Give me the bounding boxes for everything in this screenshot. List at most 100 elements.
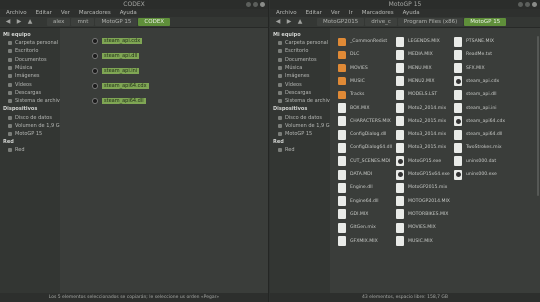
file-item[interactable]: MOVIES <box>338 62 368 75</box>
breadcrumb-mnt[interactable]: mnt <box>71 18 95 26</box>
sidebar-item-videos[interactable]: Vídeos <box>270 80 330 88</box>
breadcrumb-motogp-15[interactable]: MotoGP 15 <box>464 18 507 26</box>
file-item[interactable]: Engine.dll <box>338 181 373 194</box>
back-arrow-icon[interactable]: ◀ <box>274 18 282 26</box>
file-item[interactable]: unins000.exe <box>454 168 497 181</box>
selected-file-item[interactable]: steam_api.cdx <box>92 38 143 44</box>
file-item[interactable]: DATA.MDI <box>338 168 372 181</box>
sidebar-item-sistema-de-archivos[interactable]: Sistema de archivos <box>0 97 66 105</box>
menu-ir[interactable]: Ir <box>349 9 353 17</box>
sidebar-item-imagenes[interactable]: Imágenes <box>270 72 330 80</box>
menu-archivo[interactable]: Archivo <box>276 9 297 17</box>
sidebar-item-videos[interactable]: Vídeos <box>0 80 60 88</box>
menu-ver[interactable]: Ver <box>61 9 70 17</box>
right-title-bar[interactable]: MotoGP 15 <box>270 0 540 9</box>
sidebar-item-descargas[interactable]: Descargas <box>0 89 60 97</box>
sidebar-item-volumen-de-1-9-gb[interactable]: Volumen de 1,9 GB <box>270 122 333 130</box>
file-item[interactable]: Tracks <box>338 88 364 101</box>
sidebar-item-musica[interactable]: Música <box>0 64 60 72</box>
file-item[interactable]: Moto2_2015.mix <box>396 115 446 128</box>
sidebar-item-disco-de-datos[interactable]: Disco de datos <box>0 113 60 121</box>
forward-arrow-icon[interactable]: ▶ <box>15 18 23 26</box>
minimize-icon[interactable] <box>246 2 251 7</box>
sidebar-item-carpeta-personal[interactable]: Carpeta personal <box>0 39 60 47</box>
close-icon[interactable] <box>260 2 265 7</box>
file-item[interactable]: Moto2_2014.mix <box>396 102 446 115</box>
file-item[interactable]: MOTORBIKES.MIX <box>396 208 448 221</box>
file-item[interactable]: MOTOGP2014.MIX <box>396 195 450 208</box>
breadcrumb-program-files-x86[interactable]: Program Files (x86) <box>397 18 464 26</box>
selected-file-item[interactable]: steam_api.ini <box>92 68 140 74</box>
file-item[interactable]: steam_api.cdx <box>454 75 499 88</box>
menu-marcadores[interactable]: Marcadores <box>79 9 111 17</box>
file-item[interactable]: SFX.MIX <box>454 62 485 75</box>
file-item[interactable]: _CommonRedist <box>338 35 387 48</box>
sidebar-item-imagenes[interactable]: Imágenes <box>0 72 60 80</box>
sidebar-item-carpeta-personal[interactable]: Carpeta personal <box>270 39 330 47</box>
file-item[interactable]: steam_api64.cdx <box>454 115 505 128</box>
sidebar-item-escritorio[interactable]: Escritorio <box>0 47 60 55</box>
minimize-icon[interactable] <box>518 2 523 7</box>
file-item[interactable]: MEDIA.MIX <box>396 48 433 61</box>
menu-ver[interactable]: Ver <box>331 9 340 17</box>
file-item[interactable]: BOX.MIX <box>338 102 369 115</box>
file-item[interactable]: MUSIC.MIX <box>396 235 433 248</box>
sidebar-item-red[interactable]: Red <box>270 146 330 154</box>
file-item[interactable]: GFXMIX.MIX <box>338 235 378 248</box>
file-item[interactable]: steam_api64.dll <box>454 128 502 141</box>
file-item[interactable]: MotoGP2015.mix <box>396 181 447 194</box>
menu-ayuda[interactable]: Ayuda <box>120 9 137 17</box>
file-item[interactable]: Moto3_2014.mix <box>396 128 446 141</box>
file-item[interactable]: MotoGP15x64.exe <box>396 168 450 181</box>
breadcrumb-codex[interactable]: CODEX <box>138 18 171 26</box>
sidebar-item-volumen-de-1-9-gb[interactable]: Volumen de 1,9 GB <box>0 122 63 130</box>
sidebar-item-motogp-15[interactable]: MotoGP 15 <box>270 130 330 138</box>
sidebar-item-motogp-15[interactable]: MotoGP 15 <box>0 130 60 138</box>
file-item[interactable]: unins000.dat <box>454 155 496 168</box>
selected-file-item[interactable]: steam_api64.cdx <box>92 83 149 89</box>
file-item[interactable]: MotoGP15.exe <box>396 155 441 168</box>
sidebar-item-documentos[interactable]: Documentos <box>0 56 60 64</box>
file-item[interactable]: MOVIES.MIX <box>396 221 436 234</box>
file-item[interactable]: steam_api.dll <box>454 88 497 101</box>
breadcrumb-motogp-15[interactable]: MotoGP 15 <box>95 18 138 26</box>
file-item[interactable]: GDI.MIX <box>338 208 368 221</box>
right-file-area[interactable]: _CommonRedist DLC MOVIES MUSIC Tracks BOX.MIX… <box>330 28 540 293</box>
sidebar-item-red[interactable]: Red <box>0 146 60 154</box>
file-item[interactable]: ConfigDialog.dll <box>338 128 386 141</box>
maximize-icon[interactable] <box>253 2 258 7</box>
scrollbar[interactable] <box>537 36 539 196</box>
back-arrow-icon[interactable]: ◀ <box>4 18 12 26</box>
menu-editar[interactable]: Editar <box>306 9 322 17</box>
forward-arrow-icon[interactable]: ▶ <box>285 18 293 26</box>
menu-ayuda[interactable]: Ayuda <box>403 9 420 17</box>
sidebar-item-escritorio[interactable]: Escritorio <box>270 47 330 55</box>
file-item[interactable]: ConfigDialog64.dll <box>338 141 392 154</box>
selected-file-item[interactable]: steam_api.dll <box>92 53 140 59</box>
menu-archivo[interactable]: Archivo <box>6 9 27 17</box>
maximize-icon[interactable] <box>525 2 530 7</box>
up-arrow-icon[interactable]: ▲ <box>26 18 34 26</box>
file-item[interactable]: steam_api.ini <box>454 102 497 115</box>
menu-marcadores[interactable]: Marcadores <box>362 9 394 17</box>
sidebar-item-sistema-de-archivos[interactable]: Sistema de archivos <box>270 97 336 105</box>
file-item[interactable]: DLC <box>338 48 359 61</box>
sidebar-item-disco-de-datos[interactable]: Disco de datos <box>270 113 330 121</box>
file-item[interactable]: MODELS.LST <box>396 88 437 101</box>
file-item[interactable]: MUSIC <box>338 75 365 88</box>
file-item[interactable]: Engine64.dll <box>338 195 379 208</box>
file-item[interactable]: MENU2.MIX <box>396 75 435 88</box>
up-arrow-icon[interactable]: ▲ <box>296 18 304 26</box>
file-item[interactable]: TwoStrokes.mix <box>454 141 502 154</box>
file-item[interactable]: ReadMe.txt <box>454 48 492 61</box>
left-file-area[interactable]: steam_api.cdx steam_api.dll steam_api.inis… <box>60 28 268 293</box>
breadcrumb-alex[interactable]: alex <box>47 18 71 26</box>
close-icon[interactable] <box>532 2 537 7</box>
menu-editar[interactable]: Editar <box>36 9 52 17</box>
file-item[interactable]: CUT_SCENES.MDI <box>338 155 390 168</box>
file-item[interactable]: Moto3_2015.mix <box>396 141 446 154</box>
sidebar-item-musica[interactable]: Música <box>270 64 330 72</box>
file-item[interactable]: CHARACTERS.MIX <box>338 115 391 128</box>
left-title-bar[interactable]: CODEX <box>0 0 268 9</box>
file-item[interactable]: GltGen.mix <box>338 221 376 234</box>
